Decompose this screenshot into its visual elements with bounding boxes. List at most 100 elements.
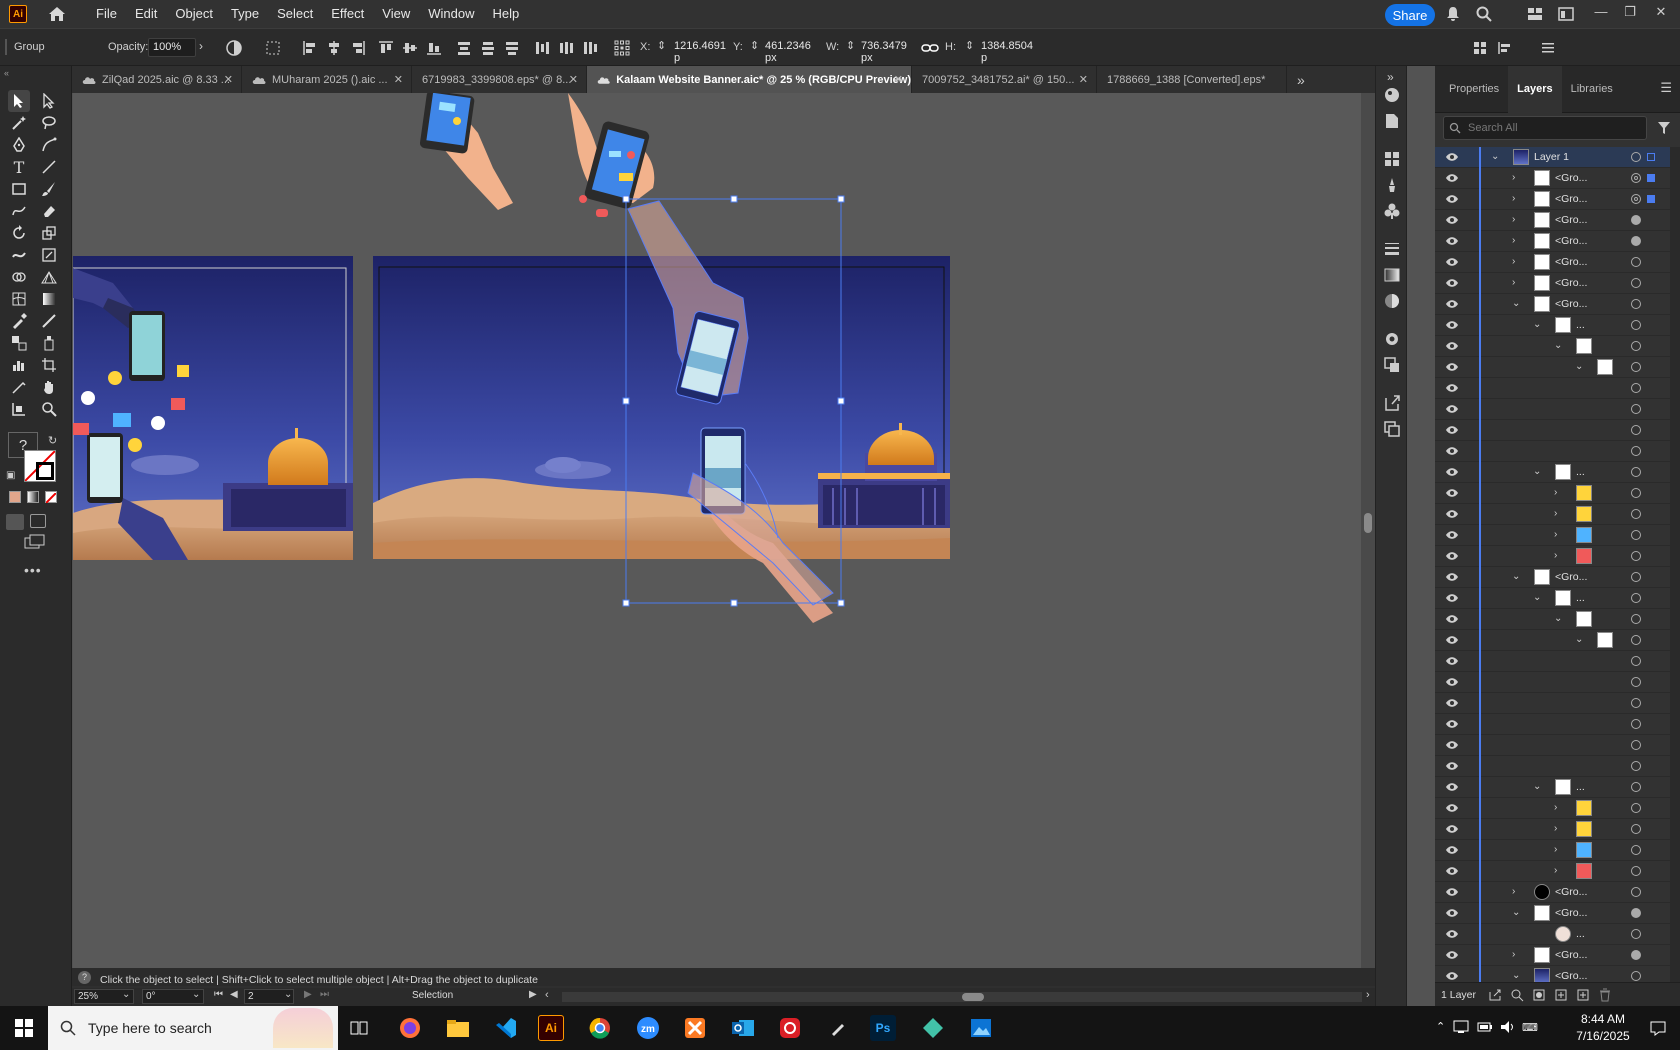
visibility-eye-icon[interactable] [1445,887,1459,897]
target-icon[interactable] [1631,299,1641,309]
layer-row[interactable] [1435,756,1680,777]
collapse-chevron-icon[interactable]: ⌄ [1554,614,1564,624]
vertical-scroll-thumb[interactable] [1364,513,1372,533]
selection-indicator[interactable] [1647,174,1655,182]
layer-row[interactable]: ⌄ [1435,609,1680,630]
bell-icon[interactable] [1445,6,1461,22]
layer-row[interactable]: ⌄ Layer 1 [1435,147,1680,168]
first-artboard-icon[interactable]: ⏮ [214,989,223,1000]
collapse-chevron-icon[interactable]: ⌄ [1533,782,1543,792]
target-icon[interactable] [1631,530,1641,540]
expand-chevron-icon[interactable]: › [1512,887,1522,897]
tab-7009752[interactable]: 7009752_3481752.ai* @ 150... ✕ [912,66,1097,93]
rotation-dropdown-icon[interactable]: ⌄ [192,989,200,1000]
tab-close-icon[interactable]: ✕ [224,73,233,86]
menu-edit[interactable]: Edit [126,0,166,28]
menu-icon[interactable] [1540,40,1556,56]
scale-tool-icon[interactable] [38,222,60,244]
layer-row[interactable]: ⌄... [1435,777,1680,798]
filter-icon[interactable] [1657,121,1671,135]
windows-start-icon[interactable] [15,1019,33,1037]
visibility-eye-icon[interactable] [1445,320,1459,330]
default-colors-icon[interactable]: ▣ [6,470,15,481]
tab-libraries[interactable]: Libraries [1562,66,1622,113]
taskbar-creative-cloud-icon[interactable] [775,1014,805,1042]
tab-close-icon[interactable]: ✕ [569,73,578,86]
layer-row[interactable]: › [1435,819,1680,840]
blend-tool-icon[interactable] [8,332,30,354]
taskbar-outlook-icon[interactable] [728,1014,758,1042]
layer-row[interactable]: › <Gro... [1435,273,1680,294]
tab-close-icon[interactable]: ✕ [894,73,903,86]
layers-search-input[interactable]: Search All [1443,116,1647,140]
visibility-eye-icon[interactable] [1445,215,1459,225]
zoom-dropdown-icon[interactable]: ⌄ [122,989,130,1000]
type-tool-icon[interactable]: T [8,156,30,178]
artboard-dropdown-icon[interactable]: ⌄ [284,989,292,1000]
visibility-eye-icon[interactable] [1445,446,1459,456]
layers-scrollbar[interactable] [1670,147,1680,982]
layer-row[interactable] [1435,693,1680,714]
align-bottom-icon[interactable] [426,40,442,56]
collapse-chevron-icon[interactable]: ⌄ [1512,299,1522,309]
expand-chevron-icon[interactable]: › [1554,530,1564,540]
new-layer-icon[interactable] [1576,988,1590,1002]
collapse-icon[interactable]: « [4,68,9,78]
visibility-eye-icon[interactable] [1445,929,1459,939]
layer-row[interactable]: › <Gro... [1435,252,1680,273]
opacity-field[interactable]: 100% [148,38,196,57]
layer-row[interactable]: ⌄ <Gro... [1435,567,1680,588]
expand-chevron-icon[interactable]: › [1554,845,1564,855]
visibility-eye-icon[interactable] [1445,152,1459,162]
mesh-tool-icon[interactable] [8,288,30,310]
w-stepper-icon[interactable]: ⇕ [846,39,855,52]
target-icon[interactable] [1631,446,1641,456]
visibility-eye-icon[interactable] [1445,971,1459,981]
distribute-vcenter-icon[interactable] [480,40,496,56]
layer-row[interactable] [1435,735,1680,756]
delete-layer-icon[interactable] [1598,988,1612,1002]
tray-language-icon[interactable]: ⌨ [1522,1021,1538,1034]
export-panel-icon[interactable] [1383,394,1401,412]
expand-chevron-icon[interactable]: › [1512,194,1522,204]
gradient-tool-icon[interactable] [38,288,60,310]
layer-row[interactable] [1435,399,1680,420]
paintbrush-tool-icon[interactable] [38,178,60,200]
visibility-eye-icon[interactable] [1445,572,1459,582]
expand-chevron-icon[interactable]: › [1512,215,1522,225]
gradient-mode-icon[interactable] [27,491,39,503]
visibility-eye-icon[interactable] [1445,467,1459,477]
menu-file[interactable]: File [87,0,126,28]
curvature-tool-icon[interactable] [38,134,60,156]
layer-row[interactable]: › [1435,798,1680,819]
collapse-chevron-icon[interactable]: ⌄ [1533,320,1543,330]
lasso-tool-icon[interactable] [38,112,60,134]
symbols-panel-icon[interactable] [1383,202,1401,220]
expand-chevron-icon[interactable]: › [1554,803,1564,813]
visibility-eye-icon[interactable] [1445,236,1459,246]
taskbar-chrome-icon[interactable] [585,1014,615,1042]
visibility-eye-icon[interactable] [1445,425,1459,435]
visibility-eye-icon[interactable] [1445,509,1459,519]
target-icon[interactable] [1631,509,1641,519]
visibility-eye-icon[interactable] [1445,761,1459,771]
layer-row[interactable]: › [1435,861,1680,882]
align-right-icon[interactable] [350,40,366,56]
tab-close-icon[interactable]: ✕ [394,73,403,86]
h-field[interactable]: 1384.8504 p [977,38,1035,64]
hand-tool-icon[interactable] [38,376,60,398]
target-icon[interactable] [1631,866,1641,876]
draw-behind-icon[interactable] [30,514,46,528]
visibility-eye-icon[interactable] [1445,299,1459,309]
vertical-scrollbar[interactable] [1361,93,1375,968]
taskbar-explorer-icon[interactable] [443,1014,473,1042]
column-graph-tool-icon[interactable] [8,354,30,376]
tray-volume-icon[interactable] [1500,1020,1516,1034]
shape-builder-tool-icon[interactable] [8,266,30,288]
distribute-right-icon[interactable] [582,40,598,56]
target-icon[interactable] [1631,824,1641,834]
line-tool-icon[interactable] [38,156,60,178]
tab-kalaam-banner[interactable]: Kalaam Website Banner.aic* @ 25 % (RGB/C… [587,66,912,93]
visibility-eye-icon[interactable] [1445,257,1459,267]
target-icon[interactable] [1631,215,1641,225]
